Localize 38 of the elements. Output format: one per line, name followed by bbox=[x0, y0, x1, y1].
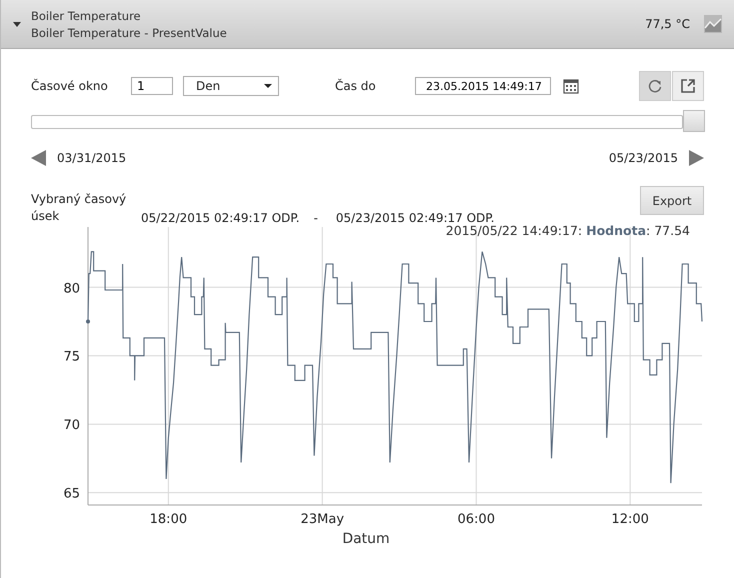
time-window-input[interactable]: 1 bbox=[131, 77, 173, 95]
y-axis-label: 70 bbox=[63, 418, 80, 434]
range-slider[interactable] bbox=[31, 110, 705, 134]
caret-icon[interactable] bbox=[13, 22, 21, 26]
end-time-input[interactable]: 23.05.2015 14:49:17 bbox=[415, 77, 551, 95]
hover-point bbox=[86, 320, 90, 324]
calendar-icon[interactable] bbox=[563, 78, 579, 94]
next-arrow-icon[interactable] bbox=[688, 150, 704, 166]
range-from-time: 05/22/2015 02:49:17 ODP. bbox=[141, 211, 300, 225]
x-axis-label: 06:00 bbox=[458, 512, 495, 527]
x-axis-label: 23May bbox=[300, 512, 344, 527]
y-axis-label: 65 bbox=[63, 486, 80, 502]
open-external-button[interactable] bbox=[672, 71, 704, 101]
end-time-label: Čas do bbox=[335, 79, 377, 93]
previous-arrow-icon[interactable] bbox=[31, 150, 47, 166]
external-link-icon bbox=[680, 78, 696, 94]
refresh-icon bbox=[647, 78, 663, 94]
range-start-date: 03/31/2015 bbox=[57, 151, 126, 165]
tooltip-text: 2015/05/22 14:49:17: Hodnota: 77.54 bbox=[446, 223, 690, 238]
selected-range-label: Vybraný časový úsek bbox=[31, 191, 128, 225]
time-window-label: Časové okno bbox=[31, 79, 109, 93]
refresh-button[interactable] bbox=[639, 71, 671, 101]
unit-dropdown[interactable]: Den bbox=[183, 76, 279, 96]
current-value: 77,5 °C bbox=[645, 17, 690, 31]
y-axis-label: 75 bbox=[63, 350, 80, 365]
export-button[interactable]: Export bbox=[640, 186, 704, 215]
x-axis-label: 18:00 bbox=[150, 512, 188, 527]
trend-chart-icon[interactable] bbox=[704, 15, 722, 33]
range-separator: - bbox=[314, 211, 318, 225]
x-axis-label: 12:00 bbox=[611, 512, 649, 527]
caret-icon bbox=[264, 84, 272, 88]
slider-thumb[interactable] bbox=[683, 110, 705, 132]
range-to-time: 05/23/2015 02:49:17 ODP. bbox=[336, 211, 494, 225]
header-subtitle: Boiler Temperature - PresentValue bbox=[31, 26, 227, 40]
x-axis-title: Datum bbox=[342, 531, 390, 547]
y-axis-label: 80 bbox=[63, 281, 80, 296]
range-end-date: 05/23/2015 bbox=[608, 151, 678, 165]
header-title: Boiler Temperature bbox=[31, 8, 142, 22]
